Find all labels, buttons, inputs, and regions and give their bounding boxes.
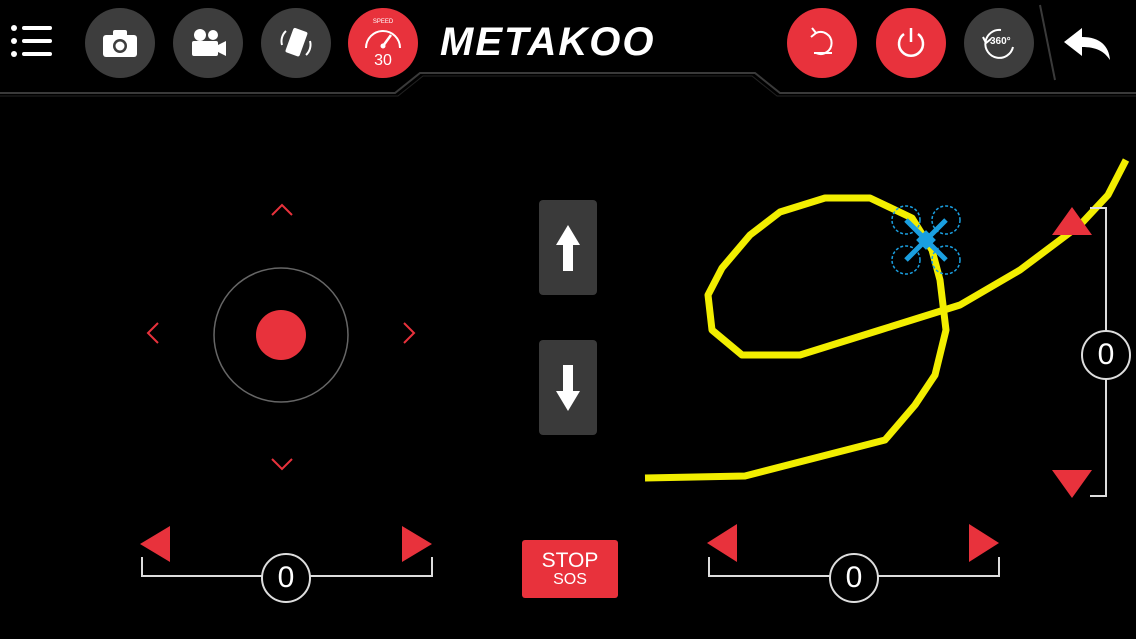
triangle-left-icon bbox=[140, 526, 170, 562]
left-trim-value: 0 bbox=[261, 553, 311, 603]
stop-sos-button[interactable]: STOP SOS bbox=[522, 540, 618, 598]
right-trim-left-button[interactable] bbox=[707, 524, 739, 569]
left-trim-left-button[interactable] bbox=[140, 526, 172, 569]
right-trim-value: 0 bbox=[829, 553, 879, 603]
triangle-down-icon bbox=[1052, 470, 1092, 498]
stop-label: STOP bbox=[541, 548, 599, 572]
triangle-right-icon bbox=[969, 524, 999, 562]
vertical-trim-value: 0 bbox=[1081, 330, 1131, 380]
left-trim-right-button[interactable] bbox=[402, 526, 434, 569]
trim-backward-button[interactable] bbox=[1052, 470, 1092, 505]
triangle-up-icon bbox=[1052, 207, 1092, 235]
trim-forward-button[interactable] bbox=[1052, 207, 1092, 242]
right-trim-right-button[interactable] bbox=[969, 524, 1001, 569]
triangle-left-icon bbox=[707, 524, 737, 562]
triangle-right-icon bbox=[402, 526, 432, 562]
sos-label: SOS bbox=[553, 570, 587, 588]
